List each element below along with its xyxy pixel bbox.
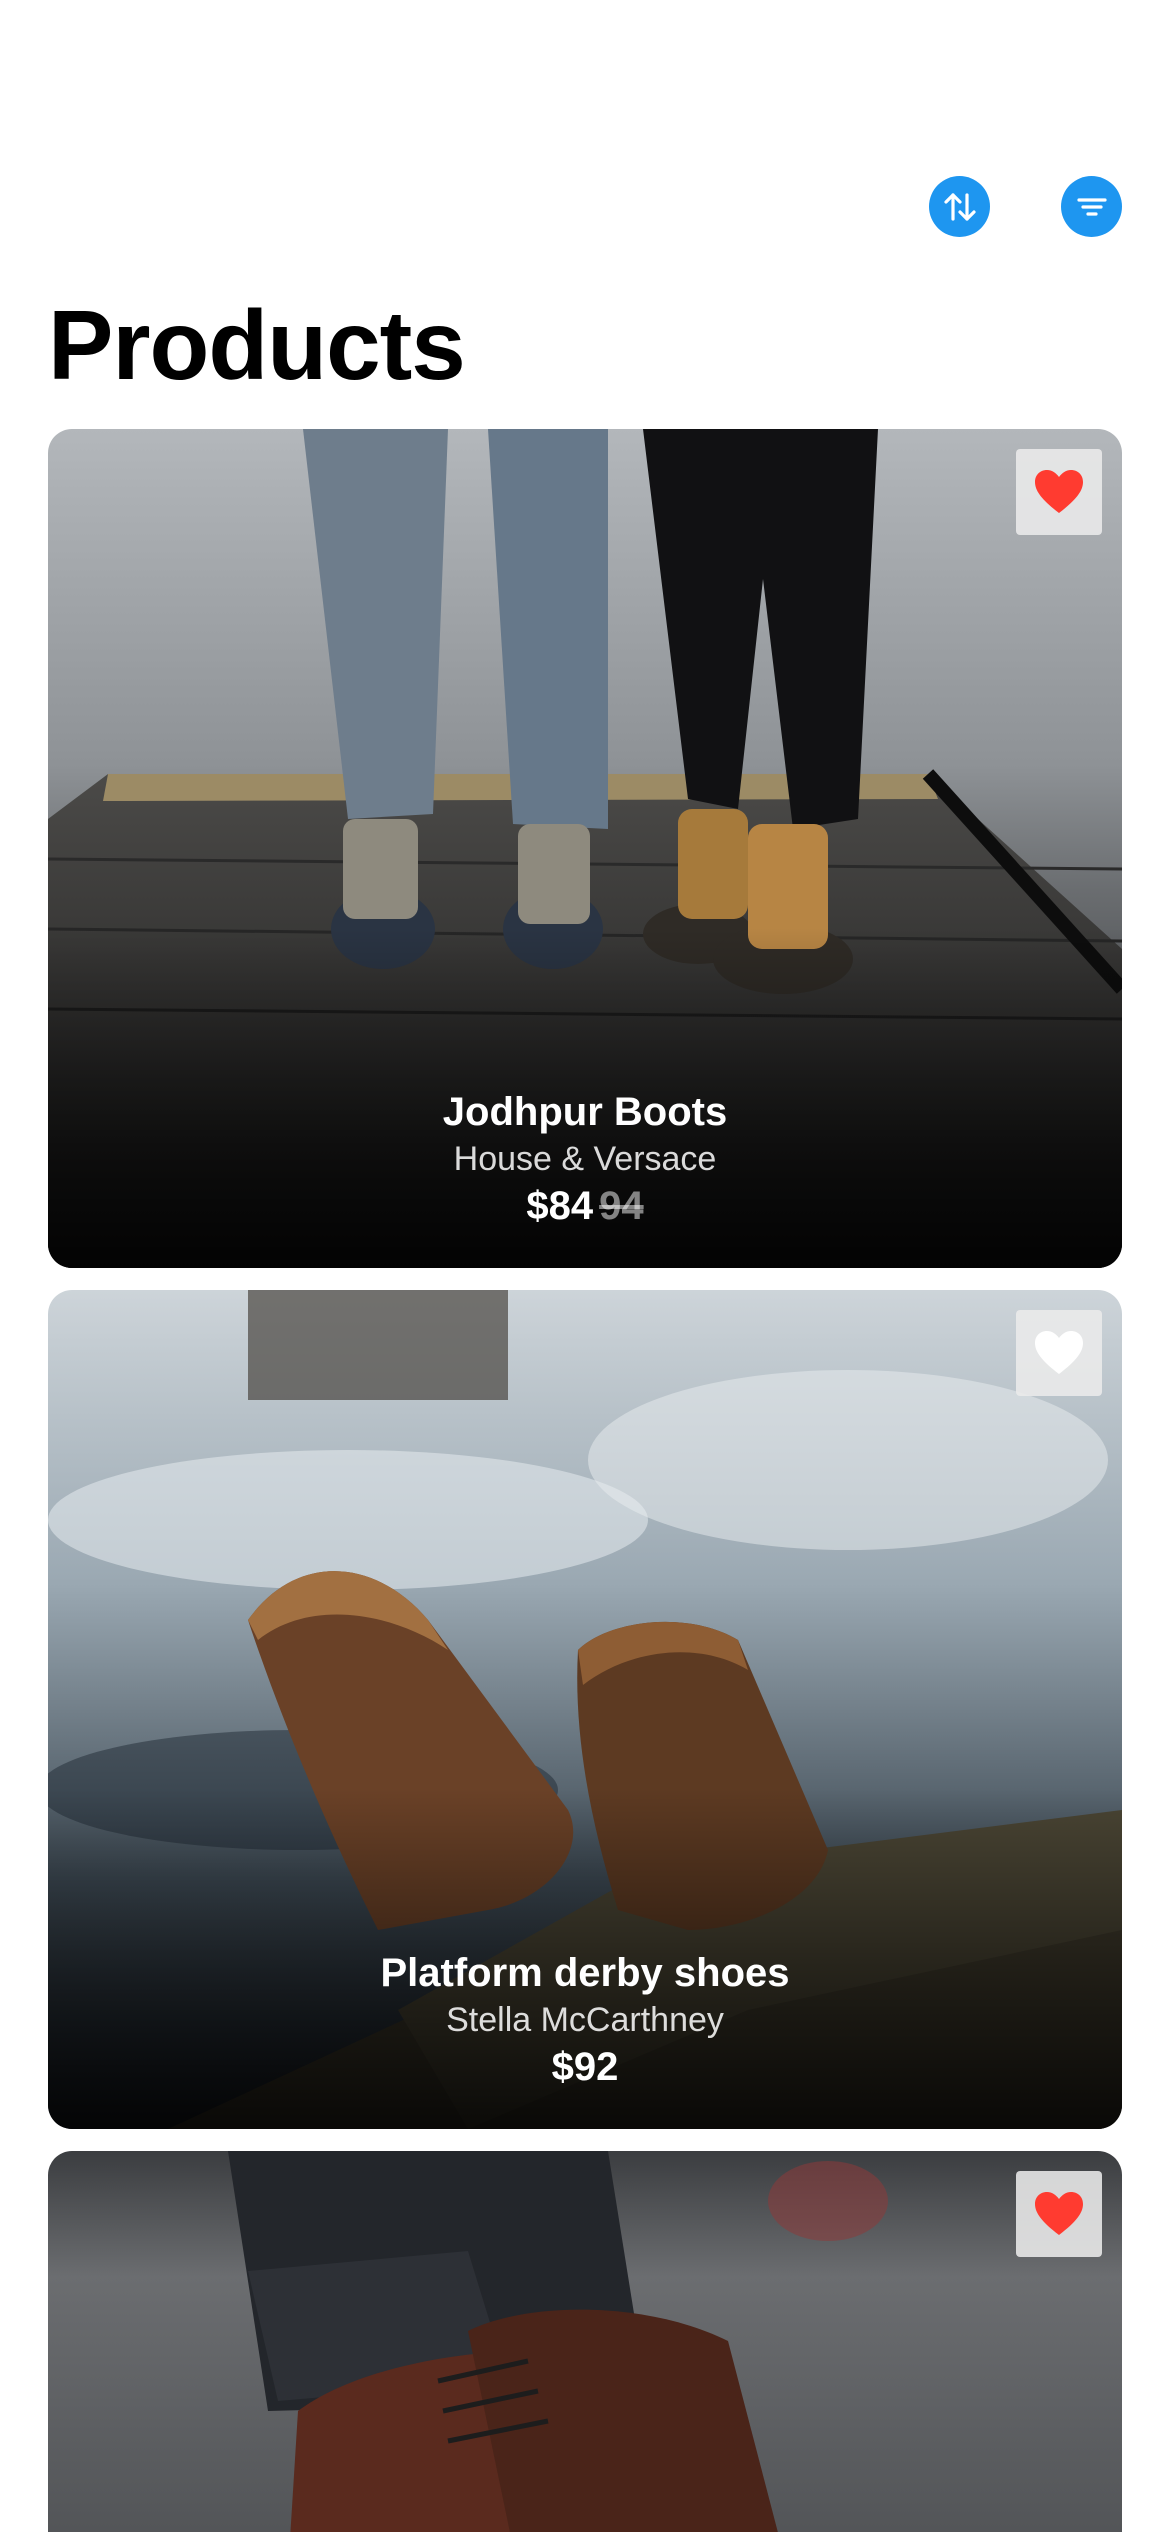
heart-filled-icon: [1035, 2192, 1083, 2235]
product-name: Platform derby shoes: [380, 1951, 790, 1995]
page-title: Products: [48, 290, 466, 400]
product-card[interactable]: Jodhpur Boots House & Versace $84 94: [48, 429, 1122, 1268]
filter-button[interactable]: [1061, 176, 1122, 237]
heart-outline-icon: [1035, 1331, 1083, 1374]
product-card[interactable]: Platform derby shoes Stella McCarthney $…: [48, 1290, 1122, 2129]
favorite-button[interactable]: [1016, 1310, 1102, 1396]
favorite-button[interactable]: [1016, 2171, 1102, 2257]
product-price-row: $92: [48, 2043, 1122, 2091]
product-brand: Stella McCarthney: [446, 2001, 724, 2039]
product-price: $84: [526, 1184, 594, 1228]
product-price-row: $84 94: [48, 1182, 1122, 1230]
sort-button[interactable]: [929, 176, 990, 237]
product-price: $92: [551, 2045, 619, 2089]
product-brand: House & Versace: [453, 1140, 717, 1178]
favorite-button[interactable]: [1016, 449, 1102, 535]
product-name: Jodhpur Boots: [442, 1090, 728, 1134]
product-card[interactable]: [48, 2151, 1122, 2532]
product-info: Jodhpur Boots House & Versace $84 94: [48, 1088, 1122, 1230]
heart-filled-icon: [1035, 470, 1083, 513]
sort-arrows-icon: [943, 192, 976, 221]
product-info: Platform derby shoes Stella McCarthney $…: [48, 1949, 1122, 2091]
product-photo: [48, 2151, 1122, 2532]
filter-lines-icon: [1076, 197, 1107, 216]
product-old-price: 94: [599, 1184, 644, 1228]
products-screen: Products Jodhpur Boots House & Versace $…: [0, 0, 1170, 2532]
